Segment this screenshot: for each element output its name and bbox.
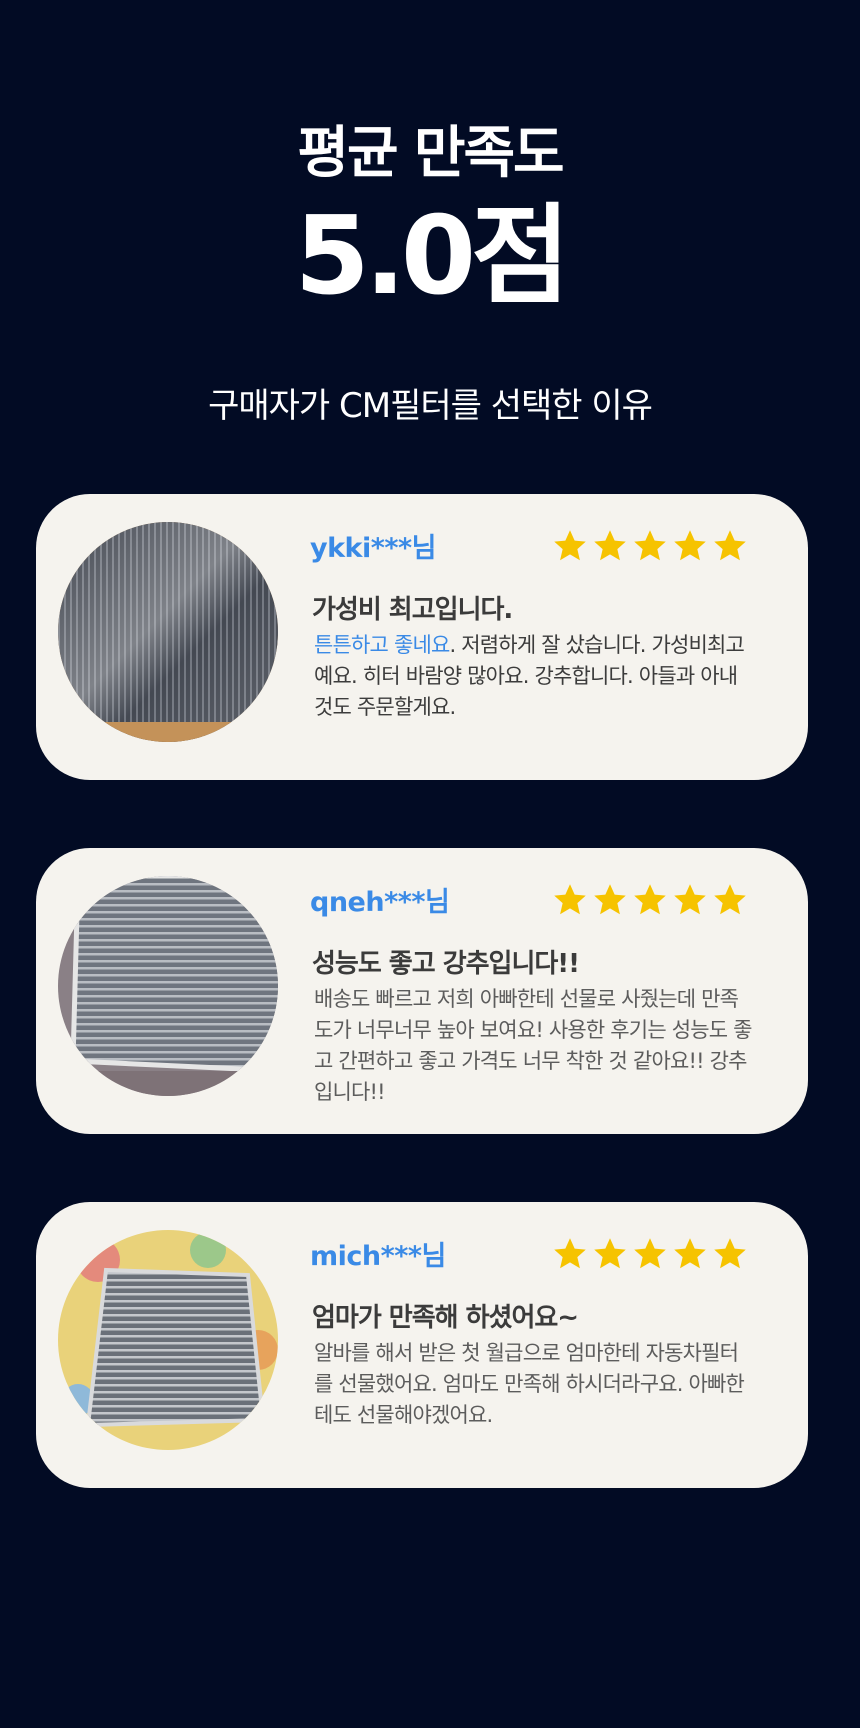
review-photo — [58, 522, 278, 742]
rating-stars — [552, 882, 748, 918]
average-score: 5.0점 — [294, 194, 571, 319]
star-icon — [634, 530, 666, 561]
review-card: mich***님 엄마가 만족해 하셨어요~ 알바를 해서 받은 첫 월급으로 … — [36, 1202, 808, 1488]
section-subtitle: 구매자가 CM필터를 선택한 이유 — [208, 386, 653, 426]
star-icon — [674, 530, 706, 561]
review-highlight: 튼튼하고 좋네요 — [314, 633, 450, 657]
rating-stars — [552, 528, 748, 564]
star-icon — [554, 530, 586, 561]
star-icon — [674, 1238, 706, 1269]
review-author: mich***님 — [310, 1241, 446, 1272]
rating-stars — [552, 1236, 748, 1272]
star-icon — [594, 1238, 626, 1269]
review-title: 가성비 최고입니다. — [312, 595, 513, 625]
star-icon — [714, 1238, 746, 1269]
star-icon — [594, 884, 626, 915]
review-photo — [58, 876, 278, 1096]
page-title: 평균 만족도 — [297, 121, 564, 186]
star-icon — [554, 1238, 586, 1269]
review-photo — [58, 1230, 278, 1450]
review-title: 엄마가 만족해 하셨어요~ — [312, 1303, 579, 1333]
review-body: 알바를 해서 받은 첫 월급으로 엄마한테 자동차필터를 선물했어요. 엄마도 … — [314, 1341, 745, 1427]
review-author: qneh***님 — [310, 887, 450, 918]
review-body: 배송도 빠르고 저희 아빠한테 선물로 사줬는데 만족도가 너무너무 높아 보여… — [314, 987, 752, 1104]
star-icon — [674, 884, 706, 915]
review-card: ykki***님 가성비 최고입니다. 튼튼하고 좋네요. 저렴하게 잘 샀습니… — [36, 494, 808, 780]
star-icon — [594, 530, 626, 561]
cabin-filter-photo — [58, 876, 278, 1096]
review-card: qneh***님 성능도 좋고 강추입니다!! 배송도 빠르고 저희 아빠한테 … — [36, 848, 808, 1134]
star-icon — [634, 884, 666, 915]
review-author: ykki***님 — [310, 533, 436, 564]
star-icon — [714, 530, 746, 561]
cabin-filter-on-playmat-photo — [58, 1230, 278, 1450]
review-title: 성능도 좋고 강추입니다!! — [312, 949, 580, 979]
star-icon — [554, 884, 586, 915]
star-icon — [714, 884, 746, 915]
star-icon — [634, 1238, 666, 1269]
review-body: 튼튼하고 좋네요. 저렴하게 잘 샀습니다. 가성비최고예요. 히터 바람양 많… — [314, 630, 754, 723]
cabin-filter-in-plastic-photo — [58, 522, 278, 742]
